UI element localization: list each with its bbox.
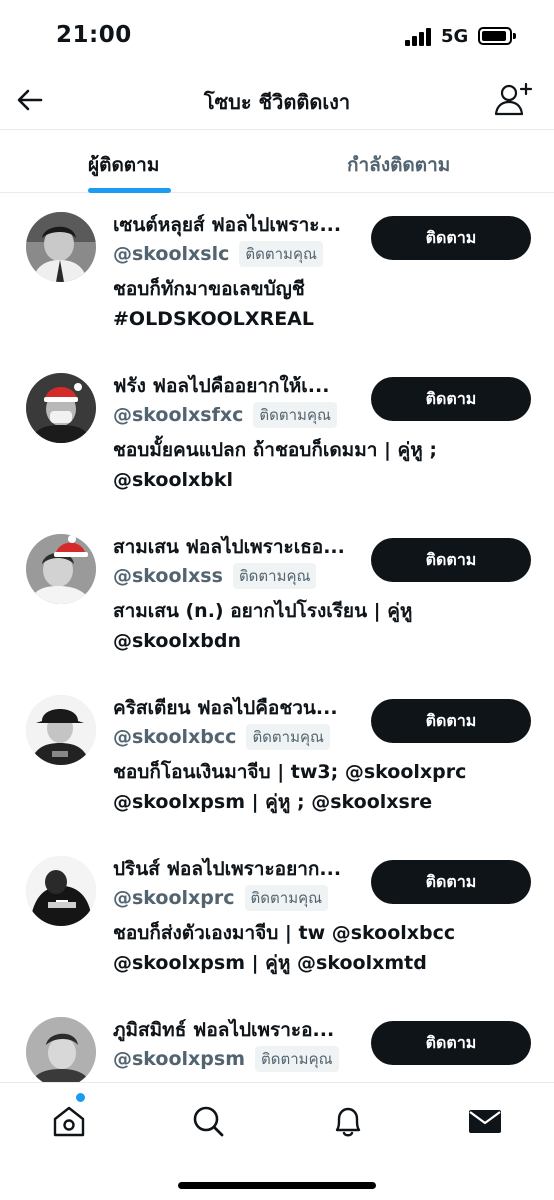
active-tab-indicator [88,188,171,193]
tab-followers[interactable]: ผู้ติดตาม [0,130,260,193]
follower-bio: ชอบก็ทักมาขอเลขบัญชี #OLDSKOOLXREAL [113,274,533,334]
handle-line: @skoolxss ติดตามคุณ [113,563,317,589]
follow-button[interactable]: ติดตาม [371,1021,531,1065]
header: โซบะ ชีวิตติดเงา [0,72,554,130]
follower-list[interactable]: เซนต์หลุยส์ ฟอลไปเพราะ... @skoolxslc ติดต… [0,194,554,1082]
follower-bio: ชอบมั้ยคนแปลก ถ้าชอบก็เดมมา | คู่หู ; @s… [113,435,533,495]
home-indicator [178,1182,376,1189]
avatar[interactable] [26,695,96,765]
tab-following[interactable]: กำลังติดตาม [260,130,554,193]
bio-line: ชอบก็ทักมาขอเลขบัญชี [113,278,305,300]
follow-button[interactable]: ติดตาม [371,216,531,260]
battery-icon [478,27,516,45]
follower-bio: สามเสน (n.) อยากไปโรงเรียน | คู่หู @skoo… [113,596,533,656]
tab-label: ผู้ติดตาม [88,154,160,176]
follows-you-badge: ติดตามคุณ [239,241,323,267]
bio-line: @skoolxpsm | คู่หู @skoolxmtd [113,952,427,974]
avatar[interactable] [26,534,96,604]
network-label: 5G [441,26,469,47]
status-time: 21:00 [56,22,132,48]
bio-line: @skoolxbkl [113,469,234,491]
nav-notifications[interactable] [328,1101,368,1141]
follower-handle: @skoolxsfxc [113,404,244,426]
follower-row[interactable]: ฟรัง ฟอลไปคืออยากให้เ... @skoolxsfxc ติดต… [0,355,554,516]
bottom-nav [0,1082,554,1200]
handle-line: @skoolxbcc ติดตามคุณ [113,724,330,750]
follower-handle: @skoolxbcc [113,726,237,748]
page-title: โซบะ ชีวิตติดเงา [203,90,351,114]
follower-row[interactable]: เซนต์หลุยส์ ฟอลไปเพราะ... @skoolxslc ติดต… [0,194,554,355]
follows-you-badge: ติดตามคุณ [232,563,317,589]
bio-line: ชอบก็ส่งตัวเองมาจีบ | tw @skoolxbcc [113,922,456,944]
follower-row[interactable]: สามเสน ฟอลไปเพราะเธอ... @skoolxss ติดตามค… [0,516,554,677]
follower-name: ปรินส์ ฟอลไปเพราะอยาก... [113,858,342,880]
follower-bio: ชอบก็ส่งตัวเองมาจีบ | tw @skoolxbcc @sko… [113,918,533,978]
follower-handle: @skoolxslc [113,243,230,265]
handle-line: @skoolxprc ติดตามคุณ [113,885,329,911]
bio-line: สามเสน (n.) อยากไปโรงเรียน | คู่หู [113,600,413,622]
follow-button[interactable]: ติดตาม [371,699,531,743]
bell-icon [335,1107,361,1137]
follower-handle: @skoolxpsm [113,1048,246,1070]
add-user-button[interactable] [494,80,534,118]
follower-name: คริสเตียน ฟอลไปคือชวน... [113,697,338,719]
follower-name: สามเสน ฟอลไปเพราะเธอ... [113,536,345,558]
follows-you-badge: ติดตามคุณ [255,1046,339,1072]
follower-handle: @skoolxprc [113,887,235,909]
status-bar: 21:00 5G [0,0,554,72]
follows-you-badge: ติดตามคุณ [244,885,329,911]
handle-line: @skoolxslc ติดตามคุณ [113,241,323,267]
follower-name: ภูมิสมิทธ์ ฟอลไปเพราะอ... [113,1019,335,1041]
avatar[interactable] [26,856,96,926]
follower-row[interactable]: ภูมิสมิทธ์ ฟอลไปเพราะอ... @skoolxpsm ติดต… [0,999,554,1082]
tab-bar: ผู้ติดตาม กำลังติดตาม [0,130,554,193]
follows-you-badge: ติดตามคุณ [246,724,330,750]
follower-handle: @skoolxss [113,565,223,587]
mail-icon [469,1110,501,1133]
nav-home[interactable] [49,1101,89,1141]
avatar[interactable] [26,373,96,443]
notification-dot [76,1093,85,1102]
nav-messages[interactable] [465,1101,505,1141]
bio-line: ชอบมั้ยคนแปลก ถ้าชอบก็เดมมา | คู่หู ; [113,439,438,461]
follows-you-badge: ติดตามคุณ [253,402,337,428]
avatar[interactable] [26,212,96,282]
handle-line: @skoolxpsm ติดตามคุณ [113,1046,339,1072]
follow-button[interactable]: ติดตาม [371,377,531,421]
bio-line: ชอบก็โอนเงินมาจีบ | tw3; @skoolxprc [113,761,467,783]
follow-button[interactable]: ติดตาม [371,538,531,582]
bio-line: @skoolxbdn [113,630,242,652]
follower-bio: ชอบก็โอนเงินมาจีบ | tw3; @skoolxprc @sko… [113,757,533,817]
tab-label: กำลังติดตาม [347,154,451,176]
home-icon [53,1106,85,1137]
follower-row[interactable]: ปรินส์ ฟอลไปเพราะอยาก... @skoolxprc ติดตา… [0,838,554,999]
bio-line: @skoolxpsm | คู่หู ; @skoolxsre [113,791,433,813]
search-icon [193,1106,224,1137]
avatar[interactable] [26,1017,96,1082]
follow-button[interactable]: ติดตาม [371,860,531,904]
handle-line: @skoolxsfxc ติดตามคุณ [113,402,337,428]
follower-name: เซนต์หลุยส์ ฟอลไปเพราะ... [113,214,342,236]
nav-search[interactable] [188,1101,228,1141]
add-user-icon [494,82,533,116]
follower-row[interactable]: คริสเตียน ฟอลไปคือชวน... @skoolxbcc ติดตา… [0,677,554,838]
follower-name: ฟรัง ฟอลไปคืออยากให้เ... [113,375,330,397]
cellular-signal-icon [405,28,433,46]
bio-line: #OLDSKOOLXREAL [113,308,314,330]
